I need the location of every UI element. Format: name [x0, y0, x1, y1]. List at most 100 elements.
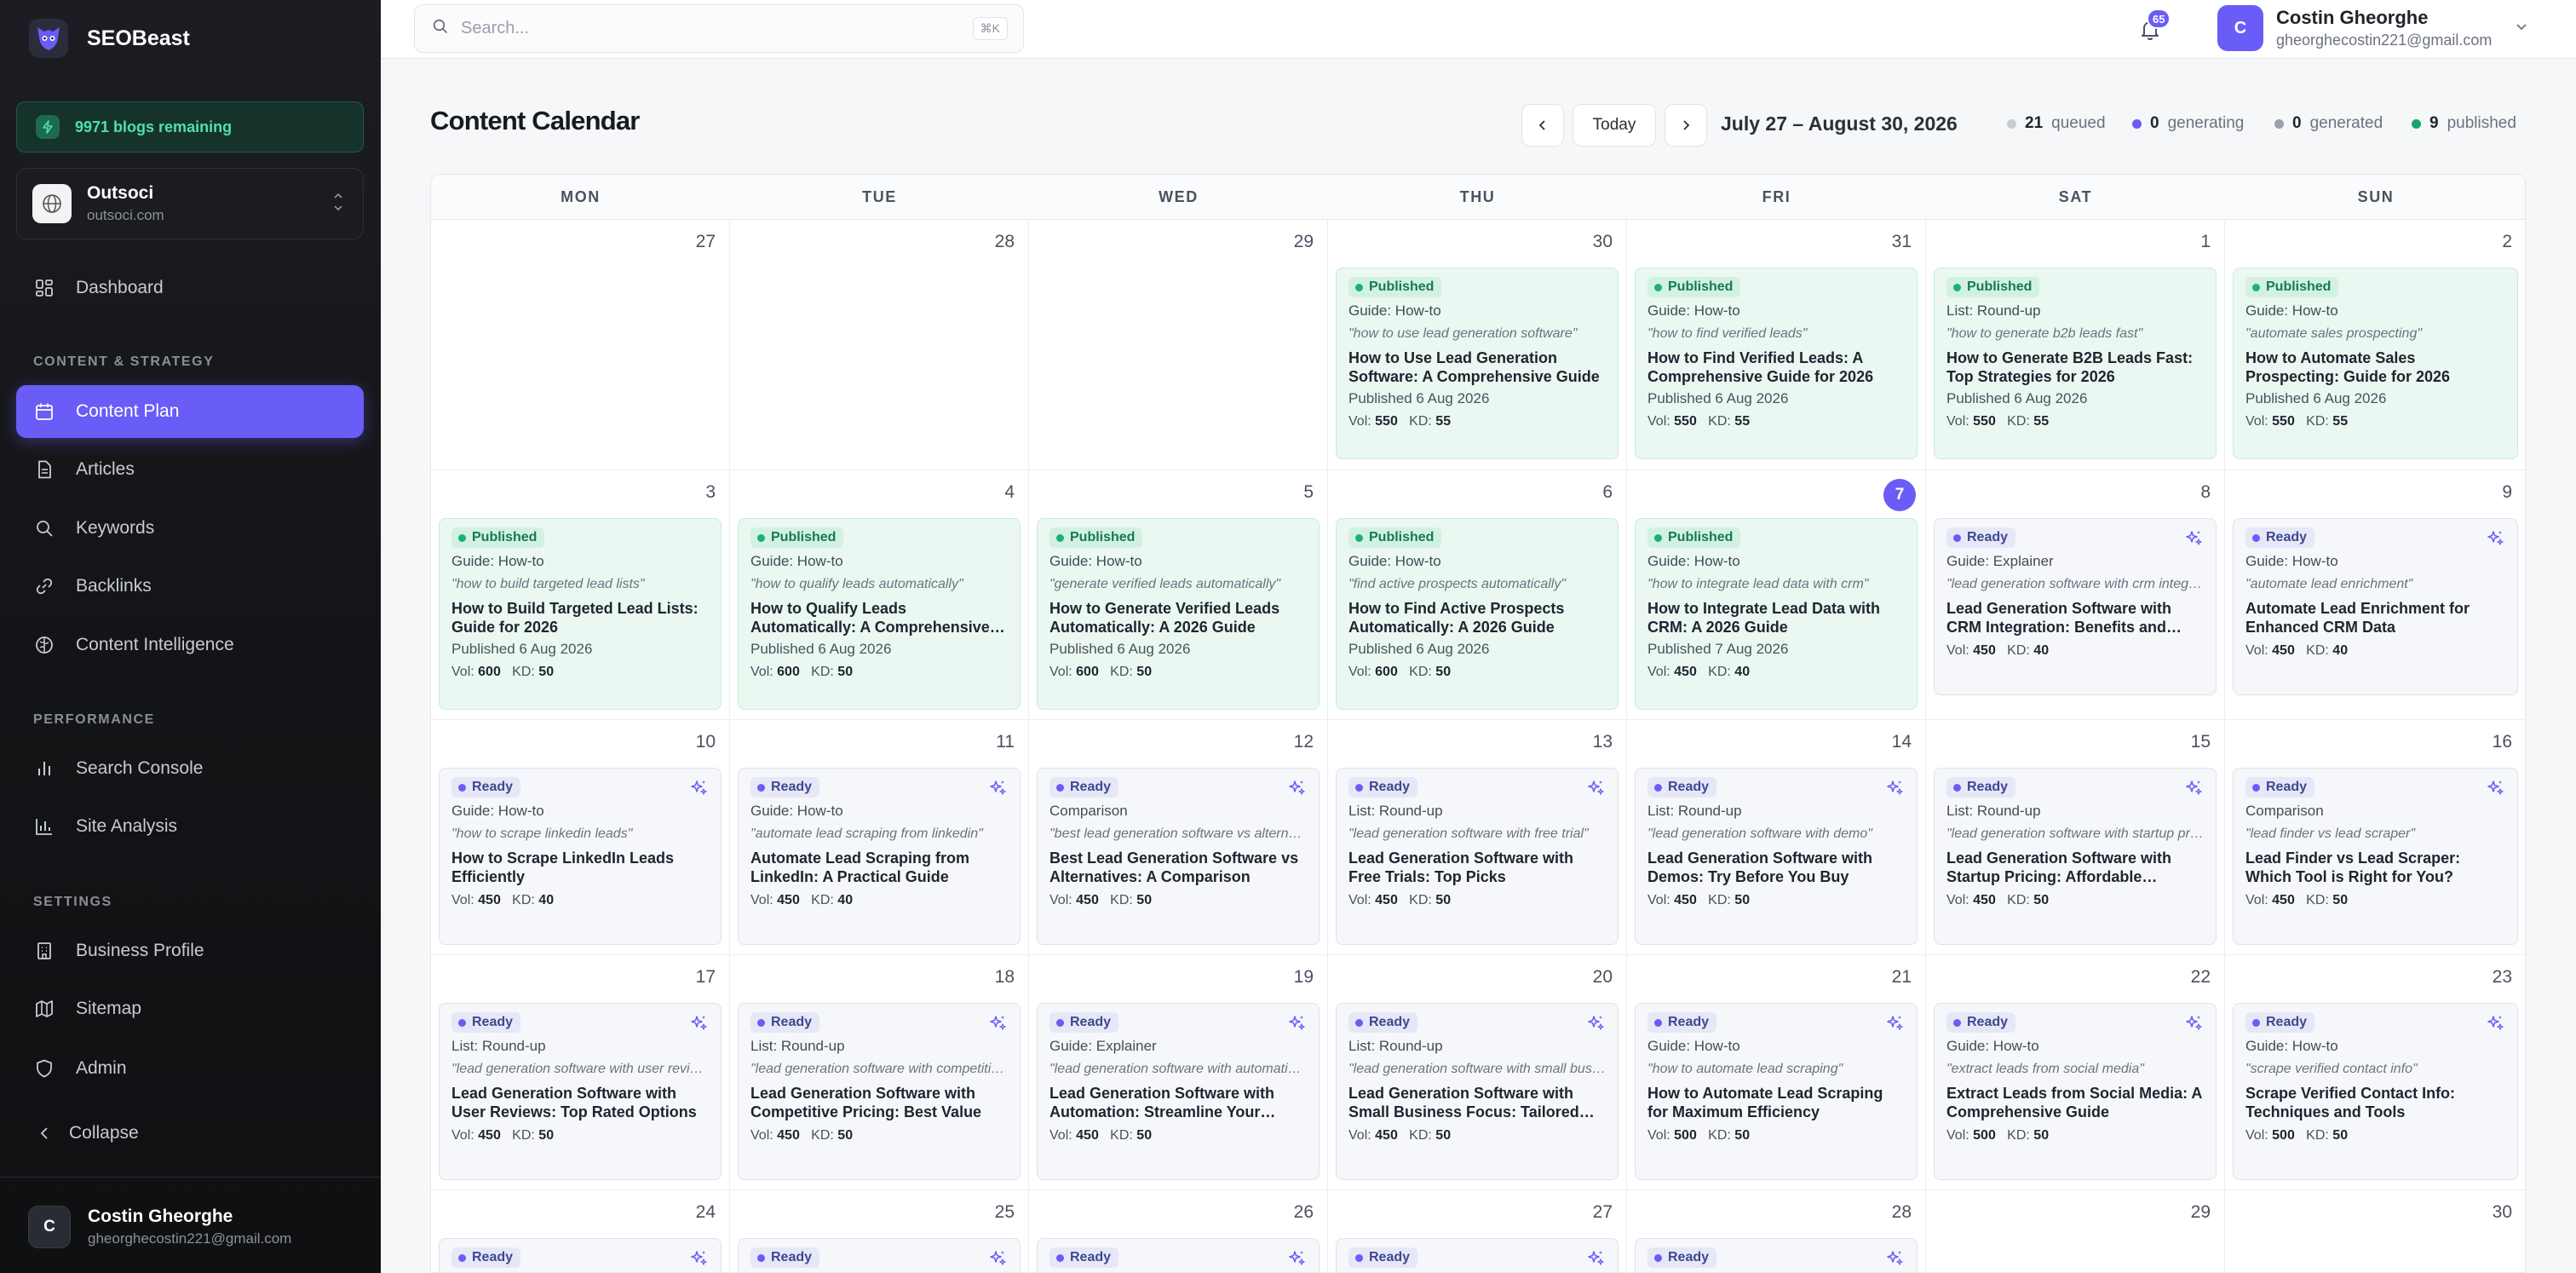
sparkle-icon[interactable]: [1587, 779, 1606, 798]
site-switcher[interactable]: Outsoci outsoci.com: [16, 168, 364, 239]
nav-content-intelligence[interactable]: Content Intelligence: [16, 619, 364, 671]
content-card[interactable]: Ready List: Round-up "lead generation soft…: [1336, 768, 1619, 945]
calendar-day-cell[interactable]: 9 Ready Guide: How-to "automate lead enrich…: [2225, 470, 2525, 720]
content-card[interactable]: Published Guide: How-to "how to qualify le…: [738, 518, 1021, 710]
calendar-day-cell[interactable]: 26 Ready: [1029, 1190, 1328, 1272]
nav-business-profile[interactable]: Business Profile: [16, 925, 364, 977]
calendar-day-cell[interactable]: 11 Ready Guide: How-to "automate lead scrap…: [730, 720, 1029, 955]
sparkle-icon[interactable]: [1886, 1249, 1905, 1268]
nav-content-plan[interactable]: Content Plan: [16, 385, 364, 438]
calendar-day-cell[interactable]: 25 Ready: [730, 1190, 1029, 1272]
content-card[interactable]: Published Guide: How-to "how to integrate …: [1635, 518, 1918, 710]
sparkle-icon[interactable]: [1288, 1249, 1307, 1268]
calendar-day-cell[interactable]: 12 Ready Comparison "best lead generation s…: [1029, 720, 1328, 955]
sparkle-icon[interactable]: [690, 779, 709, 798]
calendar-day-cell[interactable]: 6 Published Guide: How-to "find active pros…: [1328, 470, 1627, 720]
nav-admin[interactable]: Admin: [16, 1042, 364, 1095]
content-card[interactable]: Ready: [738, 1238, 1021, 1272]
content-card[interactable]: Ready Comparison "best lead generation sof…: [1037, 768, 1320, 945]
calendar-day-cell[interactable]: 31 Published Guide: How-to "how to find ver…: [1627, 220, 1926, 470]
sparkle-icon[interactable]: [2185, 529, 2204, 548]
calendar-day-cell[interactable]: 27 Ready: [1328, 1190, 1627, 1272]
content-card[interactable]: Ready Guide: How-to "automate lead enrichm…: [2233, 518, 2518, 695]
nav-site-analysis[interactable]: Site Analysis: [16, 800, 364, 853]
calendar-day-cell[interactable]: 17 Ready List: Round-up "lead generation so…: [431, 955, 730, 1190]
calendar-day-cell[interactable]: 23 Ready Guide: How-to "scrape verified con…: [2225, 955, 2525, 1190]
sparkle-icon[interactable]: [1587, 1249, 1606, 1268]
sparkle-icon[interactable]: [989, 1014, 1008, 1033]
calendar-day-cell[interactable]: 13 Ready List: Round-up "lead generation so…: [1328, 720, 1627, 955]
calendar-day-cell[interactable]: 30 Published Guide: How-to "how to use lead…: [1328, 220, 1627, 470]
content-card[interactable]: Published Guide: How-to "how to use lead g…: [1336, 268, 1619, 459]
calendar-day-cell[interactable]: 15 Ready List: Round-up "lead generation so…: [1926, 720, 2225, 955]
nav-keywords[interactable]: Keywords: [16, 502, 364, 555]
user-menu[interactable]: Costin Gheorghe gheorghecostin221@gmail.…: [2276, 7, 2492, 49]
content-card[interactable]: Ready: [1336, 1238, 1619, 1272]
calendar-day-cell[interactable]: 5 Published Guide: How-to "generate verifie…: [1029, 470, 1328, 720]
chevron-down-icon[interactable]: [2514, 19, 2529, 38]
content-card[interactable]: Ready: [439, 1238, 722, 1272]
nav-search-console[interactable]: Search Console: [16, 742, 364, 795]
calendar-day-cell[interactable]: 1 Published List: Round-up "how to generate…: [1926, 220, 2225, 470]
content-card[interactable]: Published Guide: How-to "automate sales pr…: [2233, 268, 2518, 459]
calendar-day-cell[interactable]: 22 Ready Guide: How-to "extract leads from …: [1926, 955, 2225, 1190]
content-card[interactable]: Ready: [1037, 1238, 1320, 1272]
content-card[interactable]: Published Guide: How-to "how to find verif…: [1635, 268, 1918, 459]
content-card[interactable]: Ready Guide: How-to "how to automate lead …: [1635, 1003, 1918, 1180]
sparkle-icon[interactable]: [1288, 779, 1307, 798]
brand[interactable]: SEOBeast: [29, 19, 190, 58]
calendar-day-cell[interactable]: 18 Ready List: Round-up "lead generation so…: [730, 955, 1029, 1190]
content-card[interactable]: Ready List: Round-up "lead generation soft…: [1635, 768, 1918, 945]
search-input[interactable]: Search... ⌘K: [414, 4, 1024, 53]
nav-sitemap[interactable]: Sitemap: [16, 982, 364, 1035]
content-card[interactable]: Ready List: Round-up "lead generation soft…: [1336, 1003, 1619, 1180]
sparkle-icon[interactable]: [2185, 779, 2204, 798]
sparkle-icon[interactable]: [690, 1249, 709, 1268]
sparkle-icon[interactable]: [2487, 779, 2505, 798]
content-card[interactable]: Ready Guide: How-to "scrape verified conta…: [2233, 1003, 2518, 1180]
sparkle-icon[interactable]: [989, 779, 1008, 798]
calendar-day-cell[interactable]: 8 Ready Guide: Explainer "lead generation s…: [1926, 470, 2225, 720]
calendar-day-cell[interactable]: 7 Published Guide: How-to "how to integrate…: [1627, 470, 1926, 720]
sparkle-icon[interactable]: [1587, 1014, 1606, 1033]
content-card[interactable]: Ready Comparison "lead finder vs lead scra…: [2233, 768, 2518, 945]
content-card[interactable]: Ready Guide: Explainer "lead generation so…: [1037, 1003, 1320, 1180]
sparkle-icon[interactable]: [1886, 779, 1905, 798]
calendar-day-cell[interactable]: 21 Ready Guide: How-to "how to automate lea…: [1627, 955, 1926, 1190]
sparkle-icon[interactable]: [989, 1249, 1008, 1268]
calendar-day-cell[interactable]: 3 Published Guide: How-to "how to build tar…: [431, 470, 730, 720]
content-card[interactable]: Ready Guide: How-to "automate lead scrapin…: [738, 768, 1021, 945]
content-card[interactable]: Published Guide: How-to "generate verified…: [1037, 518, 1320, 710]
content-card[interactable]: Ready List: Round-up "lead generation soft…: [738, 1003, 1021, 1180]
calendar-day-cell[interactable]: 24 Ready: [431, 1190, 730, 1272]
sparkle-icon[interactable]: [690, 1014, 709, 1033]
nav-dashboard[interactable]: Dashboard: [16, 262, 364, 314]
calendar-day-cell[interactable]: 19 Ready Guide: Explainer "lead generation …: [1029, 955, 1328, 1190]
calendar-day-cell[interactable]: 29: [1029, 220, 1328, 470]
calendar-day-cell[interactable]: 28 Ready: [1627, 1190, 1926, 1272]
calendar-day-cell[interactable]: 16 Ready Comparison "lead finder vs lead sc…: [2225, 720, 2525, 955]
sparkle-icon[interactable]: [1288, 1014, 1307, 1033]
calendar-day-cell[interactable]: 27: [431, 220, 730, 470]
sidebar-user[interactable]: C Costin Gheorghe gheorghecostin221@gmai…: [28, 1206, 291, 1248]
calendar-day-cell[interactable]: 20 Ready List: Round-up "lead generation so…: [1328, 955, 1627, 1190]
nav-backlinks[interactable]: Backlinks: [16, 560, 364, 613]
next-button[interactable]: [1665, 104, 1707, 147]
calendar-day-cell[interactable]: 30: [2225, 1190, 2525, 1272]
today-button[interactable]: Today: [1573, 104, 1656, 147]
sparkle-icon[interactable]: [1886, 1014, 1905, 1033]
previous-button[interactable]: [1521, 104, 1564, 147]
calendar-day-cell[interactable]: 4 Published Guide: How-to "how to qualify l…: [730, 470, 1029, 720]
content-card[interactable]: Ready: [1635, 1238, 1918, 1272]
content-card[interactable]: Published List: Round-up "how to generate …: [1934, 268, 2217, 459]
content-card[interactable]: Ready List: Round-up "lead generation soft…: [1934, 768, 2217, 945]
sparkle-icon[interactable]: [2487, 1014, 2505, 1033]
content-card[interactable]: Published Guide: How-to "find active prosp…: [1336, 518, 1619, 710]
content-card[interactable]: Ready Guide: How-to "how to scrape linkedi…: [439, 768, 722, 945]
calendar-day-cell[interactable]: 2 Published Guide: How-to "automate sales p…: [2225, 220, 2525, 470]
calendar-day-cell[interactable]: 14 Ready List: Round-up "lead generation so…: [1627, 720, 1926, 955]
calendar-day-cell[interactable]: 28: [730, 220, 1029, 470]
sparkle-icon[interactable]: [2487, 529, 2505, 548]
sparkle-icon[interactable]: [2185, 1014, 2204, 1033]
calendar-day-cell[interactable]: 10 Ready Guide: How-to "how to scrape linke…: [431, 720, 730, 955]
